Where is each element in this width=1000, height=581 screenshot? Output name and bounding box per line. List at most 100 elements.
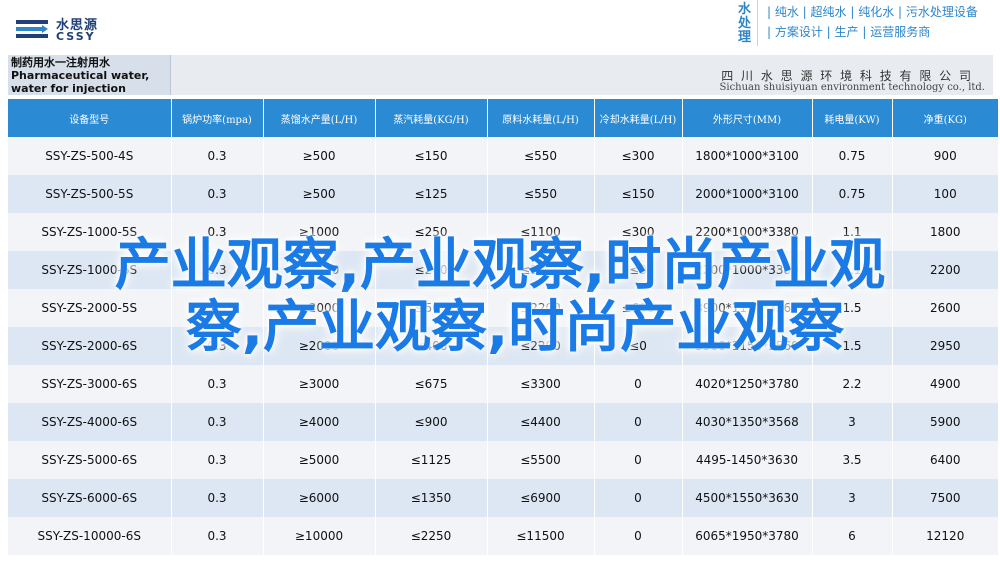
table-cell: ≤550 — [486, 137, 594, 175]
table-cell: 2200*1000*3380 — [681, 251, 812, 289]
table-cell: SSY-ZS-10000-6S — [8, 517, 171, 555]
col-header-dimensions: 外形尺寸(MM) — [681, 99, 812, 137]
table-row: SSY-ZS-4000-6S 0.3 ≥4000 ≤900 ≤4400 0 4030*135… — [8, 403, 998, 441]
table-row: SSY-ZS-10000-6S 0.3 ≥10000 ≤2250 ≤11500 0 6065… — [8, 517, 998, 555]
table-cell: 6065*1950*3780 — [681, 517, 812, 555]
table-cell: 4495-1450*3630 — [681, 441, 812, 479]
table-cell: ≤150 — [374, 137, 487, 175]
table-cell: ≥2000 — [262, 327, 375, 365]
table-cell: 4030*1350*3568 — [681, 403, 812, 441]
brand-tagline-line2: | 方案设计 | 生产 | 运营服务商 — [767, 25, 931, 39]
table-cell: 12120 — [891, 517, 998, 555]
table-cell: SSY-ZS-500-4S — [8, 137, 171, 175]
table-cell: 0.3 — [170, 327, 263, 365]
table-cell: ≤1100 — [486, 213, 594, 251]
table-cell: ≤1100 — [486, 251, 594, 289]
table-cell: SSY-ZS-2000-6S — [8, 327, 171, 365]
table-row: SSY-ZS-3000-6S 0.3 ≥3000 ≤675 ≤3300 0 4020*125… — [8, 365, 998, 403]
table-cell: ≤200 — [374, 251, 487, 289]
col-header-feed-water: 原料水耗量(L/H) — [486, 99, 594, 137]
table-cell: ≥500 — [262, 175, 375, 213]
table-cell: ≤125 — [374, 175, 487, 213]
table-cell: ≤150 — [593, 175, 682, 213]
table-cell: 0.3 — [170, 289, 263, 327]
table-cell: 0 — [593, 517, 682, 555]
table-cell: 0.3 — [170, 441, 263, 479]
table-cell: 3 — [811, 479, 892, 517]
table-row: SSY-ZS-5000-6S 0.3 ≥5000 ≤1125 ≤5500 0 4495-14… — [8, 441, 998, 479]
table-cell: ≤600 — [593, 289, 682, 327]
table-cell: ≤6900 — [486, 479, 594, 517]
table-cell: ≤3300 — [486, 365, 594, 403]
table-cell: 0 — [593, 479, 682, 517]
table-cell: ≥1000 — [262, 251, 375, 289]
table-cell: ≤500 — [374, 289, 487, 327]
table-row: SSY-ZS-6000-6S 0.3 ≥6000 ≤1350 ≤6900 0 4500*15… — [8, 479, 998, 517]
table-cell: 0.3 — [170, 175, 263, 213]
table-cell: ≤400 — [374, 327, 487, 365]
table-cell: ≤250 — [374, 213, 487, 251]
table-cell: 2600 — [891, 289, 998, 327]
col-header-power-usage: 耗电量(KW) — [811, 99, 892, 137]
col-header-boiler-power: 锅炉功率(mpa) — [170, 99, 263, 137]
table-cell: 2950 — [891, 327, 998, 365]
table-cell: 0.3 — [170, 517, 263, 555]
table-cell: 2000*1000*3100 — [681, 175, 812, 213]
table-cell: ≥2000 — [262, 289, 375, 327]
table-cell: SSY-ZS-2000-5S — [8, 289, 171, 327]
table-cell: ≤0 — [593, 251, 682, 289]
brand-tagline-line1: | 纯水 | 超纯水 | 纯化水 | 污水处理设备 — [767, 5, 978, 19]
logo-text-en: CSSY — [56, 30, 96, 43]
table-cell: 0.3 — [170, 403, 263, 441]
table-cell: 0 — [593, 403, 682, 441]
table-cell: ≥500 — [262, 137, 375, 175]
col-header-steam-consumption: 蒸汽耗量(KG/H) — [374, 99, 487, 137]
table-cell: 0.75 — [811, 137, 892, 175]
logo-icon — [16, 20, 48, 38]
table-cell: 1.5 — [811, 289, 892, 327]
table-cell: ≤2250 — [374, 517, 487, 555]
table-cell: ≥10000 — [262, 517, 375, 555]
table-cell: 6400 — [891, 441, 998, 479]
table-header-row: 设备型号 锅炉功率(mpa) 蒸馏水产量(L/H) 蒸汽耗量(KG/H) 原料水… — [8, 99, 998, 137]
table-cell: 1800 — [891, 213, 998, 251]
table-cell: ≥5000 — [262, 441, 375, 479]
company-logo[interactable]: 水思源 CSSY — [14, 12, 124, 46]
table-cell: ≤675 — [374, 365, 487, 403]
table-cell: SSY-ZS-1000-6S — [8, 251, 171, 289]
table-cell: ≥1000 — [262, 213, 375, 251]
table-cell: SSY-ZS-3000-6S — [8, 365, 171, 403]
table-row: SSY-ZS-1000-5S 0.3 ≥1000 ≤250 ≤1100 ≤300 2200*… — [8, 213, 998, 251]
table-row: SSY-ZS-500-5S 0.3 ≥500 ≤125 ≤550 ≤150 2000*100… — [8, 175, 998, 213]
spec-sheet: 制药用水一注射用水 Pharmaceutical water, water fo… — [0, 55, 1000, 581]
table-cell: ≤300 — [593, 137, 682, 175]
table-cell: 3 — [811, 403, 892, 441]
spec-table: 设备型号 锅炉功率(mpa) 蒸馏水产量(L/H) 蒸汽耗量(KG/H) 原料水… — [8, 99, 998, 555]
document-title-block: 制药用水一注射用水 Pharmaceutical water, water fo… — [8, 55, 171, 95]
table-cell: ≤2200 — [486, 327, 594, 365]
table-cell: 2.2 — [811, 365, 892, 403]
table-cell: 0.3 — [170, 213, 263, 251]
col-header-cooling-water: 冷却水耗量(L/H) — [593, 99, 682, 137]
col-header-model: 设备型号 — [8, 99, 171, 137]
brand-vertical-label: 水处理 — [738, 2, 752, 45]
table-cell: 3900*1150*3560 — [681, 289, 812, 327]
table-cell: 1.1 — [811, 251, 892, 289]
table-cell: 900 — [891, 137, 998, 175]
col-header-net-weight: 净重(KG) — [891, 99, 998, 137]
table-row: SSY-ZS-500-4S 0.3 ≥500 ≤150 ≤550 ≤300 1800*100… — [8, 137, 998, 175]
table-cell: 2200*1000*3380 — [681, 213, 812, 251]
table-cell: 0.3 — [170, 137, 263, 175]
table-row: SSY-ZS-1000-6S 0.3 ≥1000 ≤200 ≤1100 ≤0 2200*10… — [8, 251, 998, 289]
table-cell: 0.3 — [170, 251, 263, 289]
company-banner: 四 川 水 思 源 环 境 科 技 有 限 公 司 Sichuan shuisi… — [171, 55, 993, 95]
company-name-en: Sichuan shuisiyuan environment technolog… — [719, 82, 985, 93]
table-cell: ≤1350 — [374, 479, 487, 517]
table-row: SSY-ZS-2000-6S 0.3 ≥2000 ≤400 ≤2200 ≤0 3900*11… — [8, 327, 998, 365]
table-cell: ≤550 — [486, 175, 594, 213]
table-cell: 1.1 — [811, 213, 892, 251]
table-cell: 0.75 — [811, 175, 892, 213]
table-cell: SSY-ZS-1000-5S — [8, 213, 171, 251]
table-cell: ≤11500 — [486, 517, 594, 555]
table-cell: ≤1125 — [374, 441, 487, 479]
